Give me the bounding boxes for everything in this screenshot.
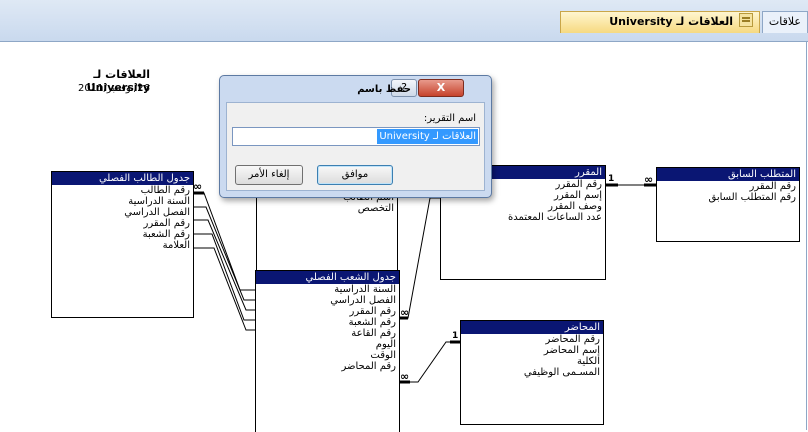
field: رقم المحاضر (545, 334, 600, 345)
table-student-class[interactable]: جدول الطالب الفصلي رقم الطالب السنة الدر… (51, 171, 194, 318)
field: رقم المتطلب السابق (708, 192, 797, 203)
field: الكلية (576, 356, 600, 367)
field: رقم المقرر (749, 181, 796, 192)
table-title: جدول الطالب الفصلي (52, 172, 193, 185)
field: الفصل الدراسي (124, 207, 190, 218)
field: التخصص (357, 203, 394, 214)
field: العلامة (162, 240, 190, 251)
field: رقم الشعبة (348, 317, 396, 328)
field: رقم المقرر (143, 218, 190, 229)
table-prerequisite[interactable]: المتطلب السابق رقم المقرر رقم المتطلب ال… (656, 167, 800, 242)
field: رقم القاعة (351, 328, 396, 339)
field: رقم الشعبة (142, 229, 190, 240)
ok-button[interactable]: موافق (317, 165, 393, 185)
field: الوقت (370, 350, 396, 361)
field: رقم المحاضر (341, 361, 396, 372)
table-title: المحاضر (461, 321, 603, 334)
field: عدد الساعات المعتمدة (508, 212, 602, 223)
field: الفصل الدراسي (330, 295, 396, 306)
field: اليوم (375, 339, 396, 350)
field: وصف المقرر (548, 201, 602, 212)
many-marker: ∞ (644, 173, 654, 186)
many-marker: ∞ (400, 306, 410, 319)
table-title: المتطلب السابق (657, 168, 799, 181)
report-name-value[interactable]: العلاقات لـ University (377, 129, 478, 144)
save-as-dialog: ? X حفظ باسم اسم التقرير: العلاقات لـ Un… (219, 75, 492, 198)
dialog-title: حفظ باسم (357, 84, 411, 95)
table-lecturer[interactable]: المحاضر رقم المحاضر إسم المحاضر الكلية ا… (460, 320, 604, 425)
many-marker: ∞ (193, 180, 203, 193)
canvas-edge (806, 42, 807, 430)
dialog-titlebar[interactable]: ? X حفظ باسم (220, 76, 491, 102)
one-marker: 1 (452, 331, 459, 341)
table-title: جدول الشعب الفصلي (256, 271, 399, 284)
field: السنة الدراسية (334, 284, 396, 295)
many-marker: ∞ (400, 370, 410, 383)
field: رقم المقرر (349, 306, 396, 317)
field: رقم الطالب (140, 185, 190, 196)
table-section[interactable]: جدول الشعب الفصلي السنة الدراسية الفصل ا… (255, 270, 400, 432)
report-name-label: اسم التقرير: (423, 113, 476, 124)
cancel-button[interactable]: إلغاء الأمر (235, 165, 303, 185)
field: السنة الدراسية (128, 196, 190, 207)
one-marker: 1 (608, 174, 615, 184)
dialog-body: اسم التقرير: العلاقات لـ University مواف… (226, 102, 485, 191)
field: المسـمى الوظيفي (523, 367, 600, 378)
close-button[interactable]: X (418, 79, 464, 97)
field: إسم المحاضر (543, 345, 600, 356)
